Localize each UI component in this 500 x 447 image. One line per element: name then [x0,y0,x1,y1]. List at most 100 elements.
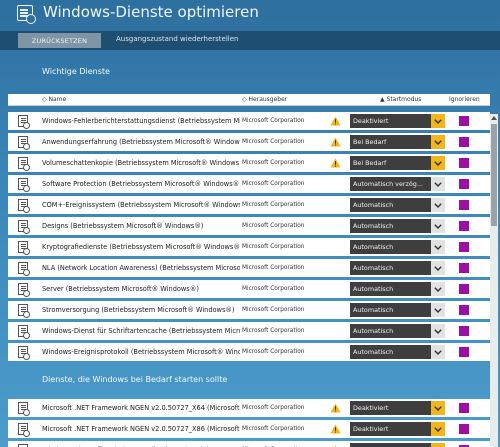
ignore-checkbox[interactable] [459,403,469,413]
restore-original-state-link[interactable]: Ausgangszustand wiederherstellen [116,35,238,43]
service-row[interactable]: Windows-Ereignisprotokoll (Betriebssyste… [8,343,490,361]
startmode-dropdown[interactable]: Automatisch [350,303,445,317]
chevron-down-icon[interactable] [431,240,445,254]
service-row[interactable]: NLA (Network Location Awareness) (Betrie… [8,259,490,277]
startmode-dropdown[interactable]: Automatisch [350,324,445,338]
service-publisher: Microsoft Corporation [242,348,305,355]
service-row[interactable]: Volumeschattenkopie (Betriebssystem Micr… [8,154,490,172]
services-optimizer-icon [17,5,36,24]
ignore-checkbox[interactable] [459,263,469,273]
service-row[interactable]: Windows-Dienst für Schriftartencache (Be… [8,322,490,340]
service-name: NLA (Network Location Awareness) (Betrie… [42,264,240,272]
scroll-up-arrow-icon[interactable] [491,116,497,120]
service-icon [18,262,30,276]
service-name: Microsoft .NET Framework NGEN v2.0.50727… [42,404,240,412]
startmode-dropdown[interactable]: Automatisch [350,219,445,233]
startmode-value: Deaktiviert [350,114,431,128]
startmode-value: Automatisch [350,345,431,359]
reset-button[interactable]: ZURÜCKSETZEN [18,33,101,48]
startmode-dropdown[interactable]: Automatisch [350,282,445,296]
chevron-down-icon[interactable] [431,135,445,149]
ignore-checkbox[interactable] [459,179,469,189]
service-row[interactable]: Designs (Betriebssystem Microsoft® Windo… [8,217,490,235]
service-icon [18,115,30,129]
chevron-down-icon[interactable] [431,219,445,233]
service-row[interactable]: Kryptografiedienste (Betriebssystem Micr… [8,238,490,256]
service-row[interactable]: Microsoft .NET Framework NGEN v2.0.50727… [8,420,490,438]
service-publisher: Microsoft Corporation [242,243,305,250]
service-publisher: Microsoft Corporation [242,425,305,432]
startmode-dropdown[interactable]: Automatisch [350,240,445,254]
ignore-checkbox[interactable] [459,200,469,210]
column-header-name[interactable]: ◇ Name [42,96,66,103]
ignore-checkbox[interactable] [459,137,469,147]
scrollbar[interactable] [490,114,498,447]
ignore-checkbox[interactable] [459,116,469,126]
chevron-down-icon[interactable] [431,422,445,436]
service-publisher: Microsoft Corporation [242,285,305,292]
column-header-ignore[interactable]: Ignorieren [449,96,480,103]
service-icon [18,283,30,297]
chevron-down-icon[interactable] [431,156,445,170]
service-publisher: Microsoft Corporation [242,159,305,166]
ignore-checkbox[interactable] [459,242,469,252]
chevron-down-icon[interactable] [431,303,445,317]
service-row[interactable]: Windows-Fehlerberichterstattungsdienst (… [8,112,490,130]
startmode-dropdown[interactable]: Automatisch [350,345,445,359]
service-row[interactable]: Windows-Dienst für Windows Media Player … [8,441,490,447]
startmode-value: Automatisch verzög... [350,177,431,191]
chevron-down-icon[interactable] [431,198,445,212]
service-icon [18,178,30,192]
startmode-dropdown[interactable]: Deaktiviert [350,443,445,447]
startmode-dropdown[interactable]: Automatisch [350,198,445,212]
startmode-value: Automatisch [350,219,431,233]
startmode-dropdown[interactable]: Bei Bedarf [350,156,445,170]
service-publisher: Microsoft Corporation [242,222,305,229]
service-row[interactable]: Software Protection (Betriebssystem Micr… [8,175,490,193]
service-row[interactable]: Stromversorgung (Betriebssystem Microsof… [8,301,490,319]
startmode-dropdown[interactable]: Bei Bedarf [350,135,445,149]
service-row[interactable]: COM+-Ereignissystem (Betriebssystem Micr… [8,196,490,214]
service-row[interactable]: Microsoft .NET Framework NGEN v2.0.50727… [8,399,490,417]
service-publisher: Microsoft Corporation [242,264,305,271]
startmode-dropdown[interactable]: Automatisch [350,261,445,275]
ignore-checkbox[interactable] [459,347,469,357]
ignore-checkbox[interactable] [459,284,469,294]
chevron-down-icon[interactable] [431,114,445,128]
chevron-down-icon[interactable] [431,345,445,359]
service-publisher: Microsoft Corporation [242,138,305,145]
startmode-value: Automatisch [350,261,431,275]
chevron-down-icon[interactable] [431,177,445,191]
service-name: Kryptografiedienste (Betriebssystem Micr… [42,243,240,251]
service-icon [18,304,30,318]
column-header-publisher[interactable]: ◇ Herausgeber [242,96,287,103]
service-icon [18,136,30,150]
service-row[interactable]: Server (Betriebssystem Microsoft® Window… [8,280,490,298]
chevron-down-icon[interactable] [431,282,445,296]
service-name: Stromversorgung (Betriebssystem Microsof… [42,306,235,314]
chevron-down-icon[interactable] [431,261,445,275]
chevron-down-icon[interactable] [431,443,445,447]
startmode-value: Automatisch [350,282,431,296]
ignore-checkbox[interactable] [459,305,469,315]
ignore-checkbox[interactable] [459,424,469,434]
startmode-dropdown[interactable]: Deaktiviert [350,422,445,436]
service-name: Server (Betriebssystem Microsoft® Window… [42,285,199,293]
table-header: ◇ Name ◇ Herausgeber ▲ Startmodus Ignori… [8,94,490,106]
service-icon [18,241,30,255]
startmode-dropdown[interactable]: Deaktiviert [350,401,445,415]
startmode-dropdown[interactable]: Deaktiviert [350,114,445,128]
scrollbar-thumb[interactable] [491,124,497,226]
chevron-down-icon[interactable] [431,401,445,415]
warning-icon [330,403,341,413]
ignore-checkbox[interactable] [459,326,469,336]
chevron-down-icon[interactable] [431,324,445,338]
title-bar: Windows-Dienste optimieren [0,0,500,28]
ignore-checkbox[interactable] [459,158,469,168]
column-header-startmode[interactable]: ▲ Startmodus [380,96,421,103]
startmode-dropdown[interactable]: Automatisch verzög... [350,177,445,191]
startmode-value: Deaktiviert [350,422,431,436]
ignore-checkbox[interactable] [459,221,469,231]
startmode-value: Automatisch [350,240,431,254]
service-row[interactable]: Anwendungserfahrung (Betriebssystem Micr… [8,133,490,151]
